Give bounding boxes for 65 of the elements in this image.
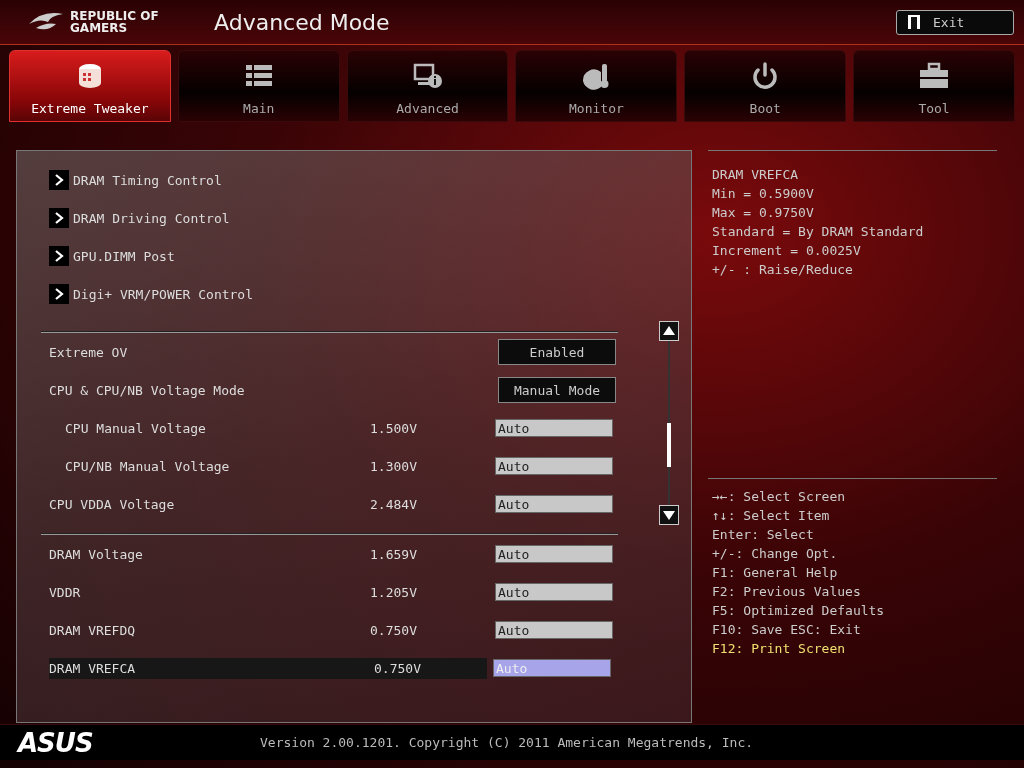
scrollbar-track[interactable] [668,341,670,505]
setting-label: DRAM Voltage [49,545,144,564]
voltage-reading: 0.750V [329,657,487,679]
help-text: Max = 0.9750V [712,204,815,222]
setting-label: CPU & CPU/NB Voltage Mode [49,381,245,400]
tab[interactable]: Extreme Tweaker [9,50,171,122]
help-text: Standard = By DRAM Standard [712,223,925,241]
voltage-reading: 2.484V [369,495,417,514]
tab[interactable]: Monitor [515,50,678,122]
scroll-down-icon [659,505,679,525]
input-field[interactable]: Auto [495,621,613,639]
key-hint: F10: Save ESC: Exit [712,621,862,639]
input-field[interactable]: Auto [495,457,613,475]
submenu-item[interactable]: DRAM Driving Control [41,199,236,237]
key-hint: +/-: Change Opt. [712,545,839,563]
window-title: Advanced Mode [214,9,391,35]
key-hint: F2: Previous Values [712,583,862,601]
scrollbar-thumb[interactable] [667,423,671,467]
submenu-item[interactable]: Digi+ VRM/POWER Control [41,275,259,313]
option-dropdown[interactable]: Manual Mode [498,377,616,403]
chevron-right-icon [54,250,64,262]
tab[interactable]: Tool [853,50,1015,122]
input-field[interactable]: Auto [495,545,613,563]
setting-label: DRAM VREFDQ [49,621,137,640]
exit-button[interactable]: Exit [896,9,1014,35]
input-field[interactable]: Auto [495,419,613,437]
key-hint: Enter: Select [712,526,815,544]
key-hint: →←: Select Screen [712,488,847,506]
brand-name: GAMERS [70,22,129,34]
setting-label: DRAM VREFCA [49,657,329,679]
voltage-reading: 1.300V [369,457,417,476]
setting-label: CPU Manual Voltage [64,419,207,438]
monitor-info-icon [411,61,444,91]
input-field[interactable]: Auto [495,583,613,601]
chevron-right-icon [54,212,64,224]
chevron-right-icon [54,288,64,300]
tab[interactable]: Advanced [346,50,509,122]
submenu-item[interactable]: DRAM Timing Control [41,161,228,199]
key-hint: F1: General Help [712,564,839,582]
tab[interactable]: Main [177,50,340,122]
key-hint: F12: Print Screen [712,640,847,658]
brand-logo: ASUS [18,727,94,758]
help-text: Increment = 0.0025V [712,242,862,260]
help-text: DRAM VREFCA [712,166,800,184]
setting-label: VDDR [49,583,82,602]
key-hint: F5: Optimized Defaults [712,602,886,620]
toolbox-icon [918,61,951,91]
option-dropdown[interactable]: Enabled [498,339,616,365]
submenu-item[interactable]: GPU.DIMM Post [41,237,181,275]
input-field[interactable]: Auto [495,495,613,513]
key-hint: ↑↓: Select Item [712,507,831,525]
voltage-reading: 1.659V [369,545,417,564]
chevron-right-icon [54,174,64,186]
version-text: Version 2.00.1201. Copyright (C) 2011 American Megatrends, Inc. [260,735,754,750]
scroll-up-icon [659,321,679,341]
setting-label: CPU/NB Manual Voltage [64,457,231,476]
help-text: Min = 0.5900V [712,185,815,203]
tab[interactable]: Boot [684,50,847,122]
voltage-reading: 0.750V [369,621,417,640]
help-text: +/- : Raise/Reduce [712,261,854,279]
setting-label: Extreme OV [49,343,128,362]
setting-label: CPU VDDA Voltage [49,495,176,514]
voltage-reading: 1.500V [369,419,417,438]
voltage-reading: 1.205V [369,583,417,602]
brand-name: REPUBLIC OF [70,10,159,22]
